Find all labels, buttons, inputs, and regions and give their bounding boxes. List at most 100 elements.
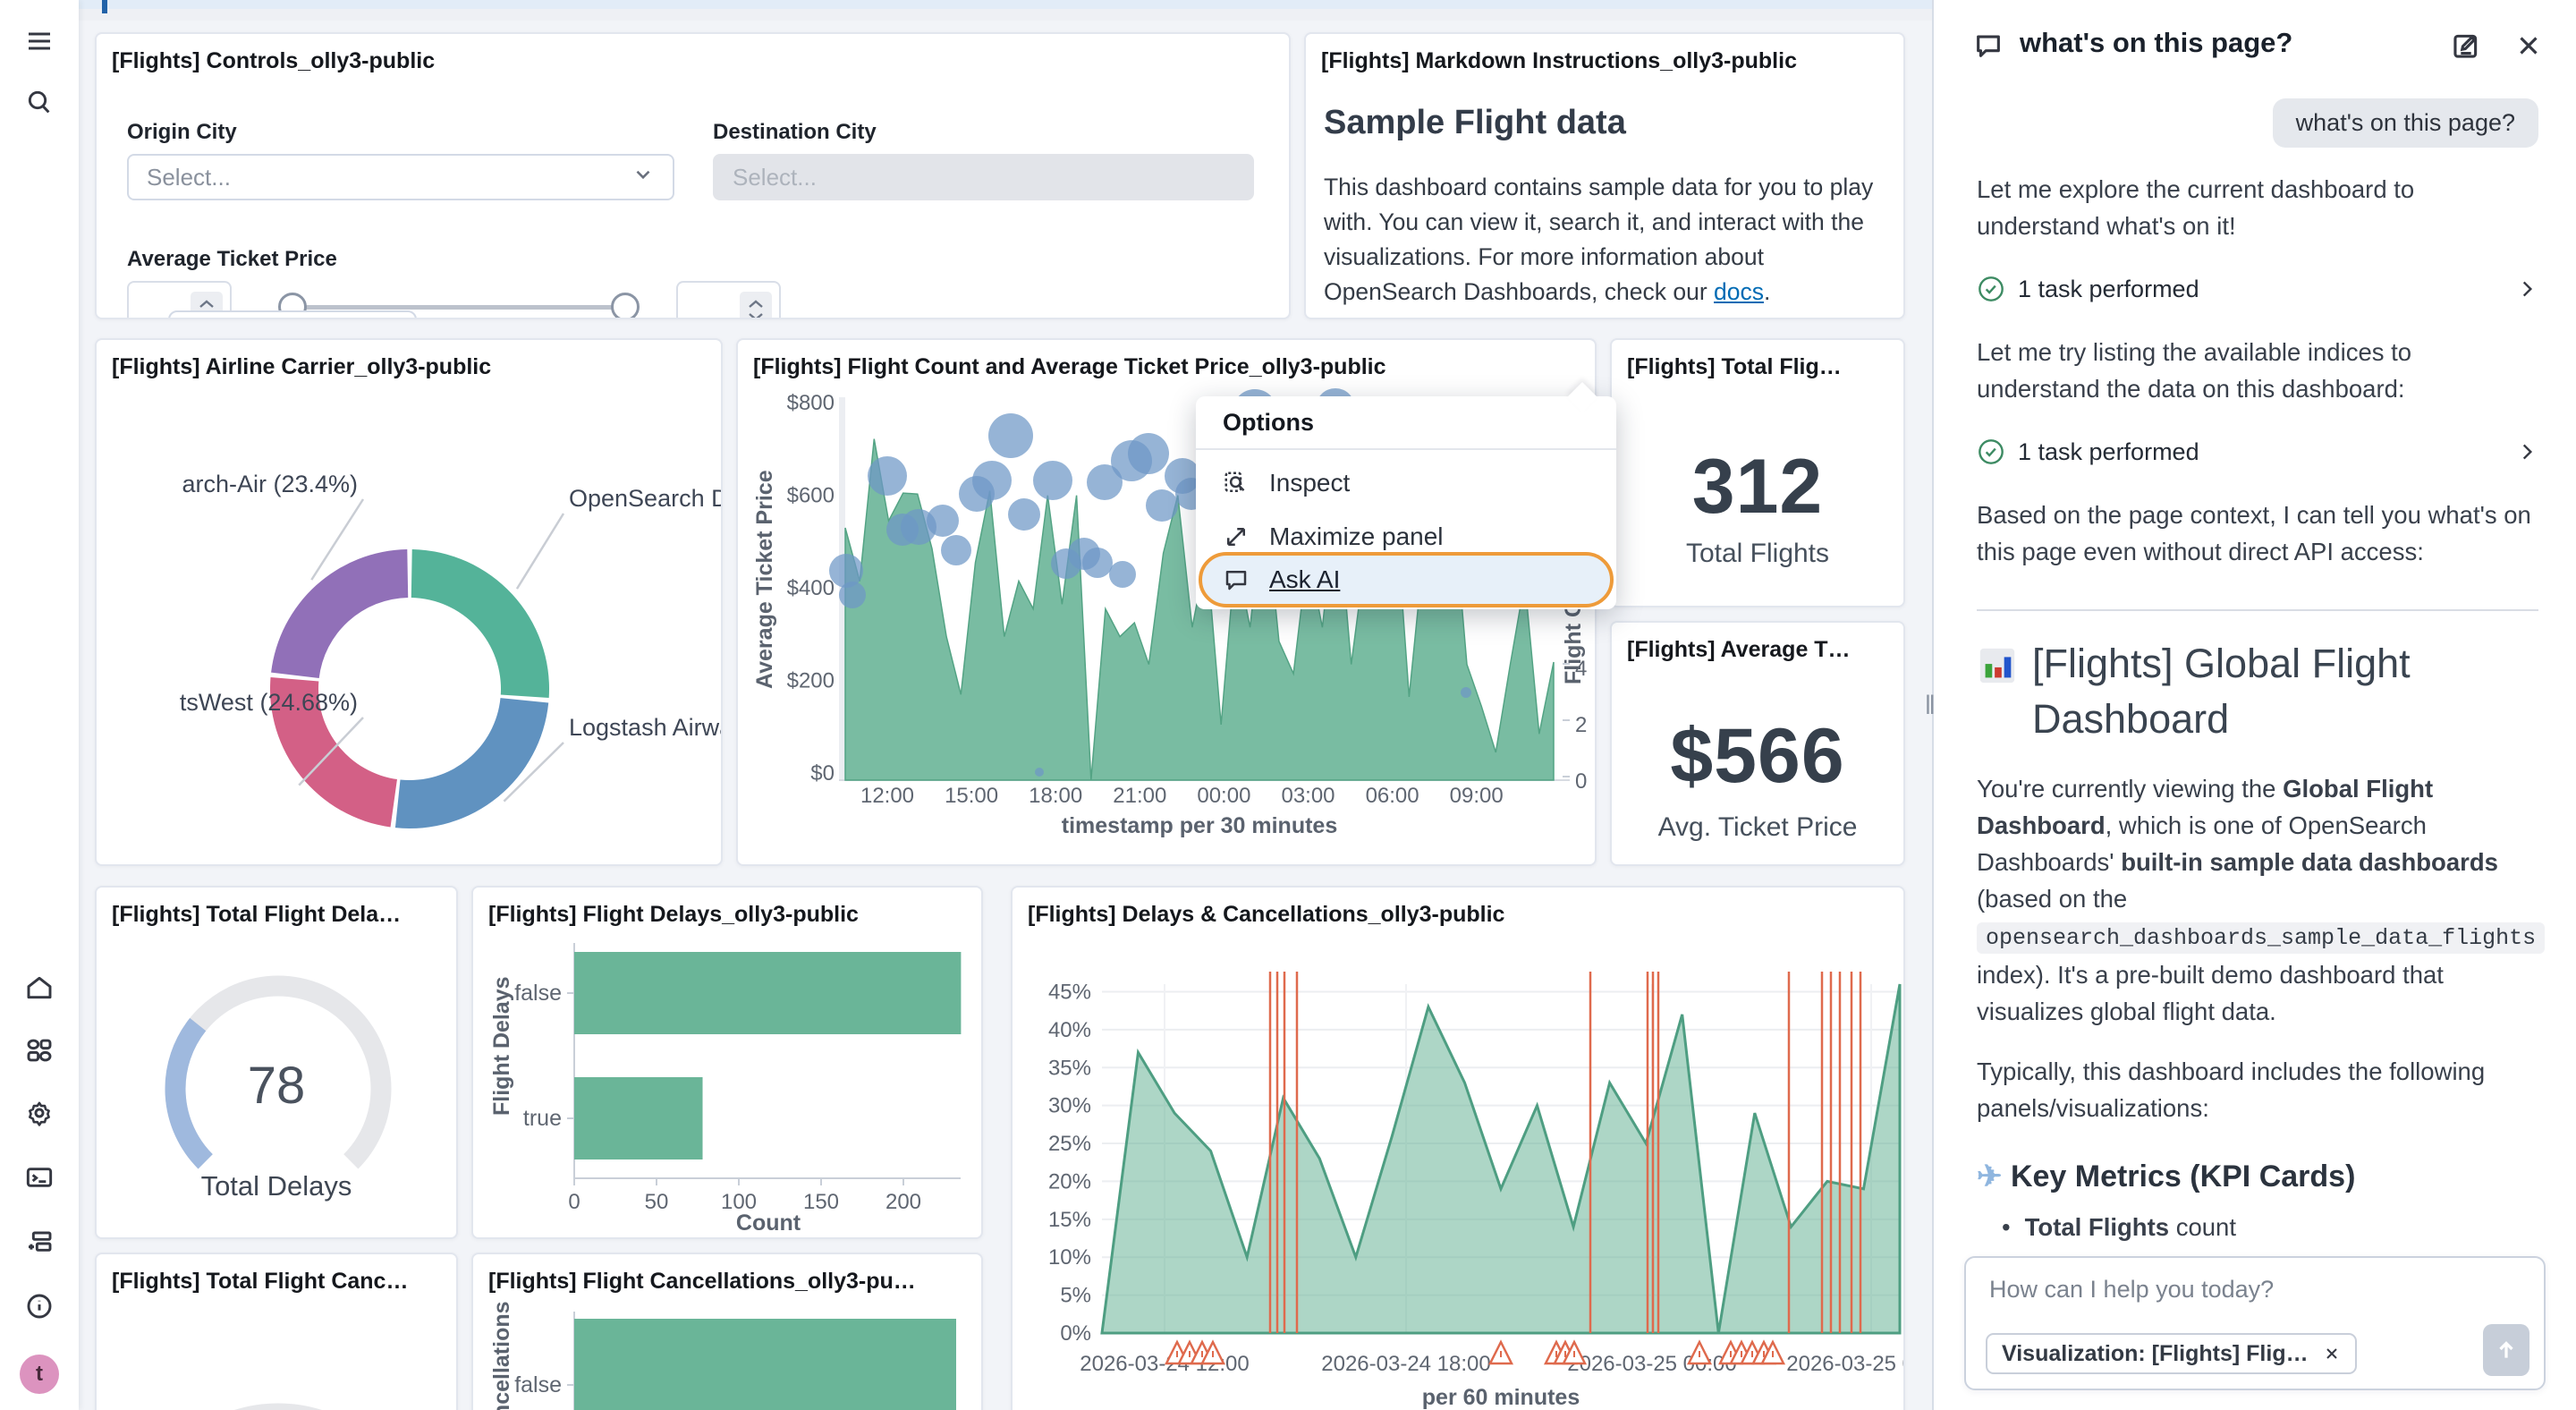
donut-label: Logstash Airway bbox=[569, 714, 723, 741]
price-max-input[interactable] bbox=[676, 281, 781, 319]
ticket-price-bubble[interactable] bbox=[1008, 498, 1040, 531]
x-tick-label: 150 bbox=[803, 1190, 839, 1214]
task-performed-row[interactable]: 1 task performed bbox=[1977, 275, 2538, 303]
ticket-price-bubble[interactable] bbox=[1109, 561, 1136, 588]
assistant-message: Based on the page context, I can tell yo… bbox=[1977, 497, 2538, 570]
task-performed-row[interactable]: 1 task performed bbox=[1977, 437, 2538, 466]
price-slider-track[interactable] bbox=[292, 305, 625, 310]
donut-slice[interactable] bbox=[395, 698, 548, 828]
panel-title: [Flights] Average T… bbox=[1627, 637, 1851, 663]
ticket-price-bubble[interactable] bbox=[927, 505, 959, 537]
close-icon[interactable] bbox=[2513, 30, 2546, 63]
ticket-price-bubble[interactable] bbox=[1035, 768, 1044, 777]
chat-header: what's on this page? bbox=[1934, 0, 2576, 86]
panel-avg-ticket: [Flights] Average T… $566 Avg. Ticket Pr… bbox=[1610, 621, 1905, 866]
panel-airline-carrier: [Flights] Airline Carrier_olly3-public O… bbox=[95, 338, 723, 866]
new-conversation-icon[interactable] bbox=[2451, 30, 2483, 63]
panel-delays-cancellations: [Flights] Delays & Cancellations_olly3-p… bbox=[1011, 886, 1905, 1410]
ticket-price-bubble[interactable] bbox=[1128, 433, 1169, 474]
home-icon[interactable] bbox=[20, 968, 59, 1007]
dashboard-canvas: [Flights] Controls_olly3-public Origin C… bbox=[79, 0, 1932, 1410]
avg-ticket-caption: Avg. Ticket Price bbox=[1612, 812, 1903, 843]
y-tick-label: $800 bbox=[787, 391, 835, 415]
bar[interactable] bbox=[574, 1077, 703, 1159]
assistant-message: You're currently viewing the Global Flig… bbox=[1977, 770, 2538, 1030]
bar[interactable] bbox=[574, 1319, 956, 1410]
context-chip[interactable]: Visualization: [Flights] Flig… bbox=[1986, 1333, 2357, 1374]
inspect-icon bbox=[1223, 470, 1250, 497]
ticket-price-bubble[interactable] bbox=[839, 582, 866, 608]
y-tick-label: 15% bbox=[1048, 1208, 1091, 1232]
gear-icon[interactable] bbox=[20, 1093, 59, 1133]
avatar[interactable]: t bbox=[20, 1355, 59, 1394]
context-chip-label: Visualization: [Flights] Flig… bbox=[2002, 1341, 2309, 1367]
ticket-price-bubble[interactable] bbox=[941, 535, 971, 565]
donut-chart[interactable]: OpenSearch DasLogstash AirwaytsWest (24.… bbox=[97, 340, 723, 866]
donut-label: OpenSearch Das bbox=[569, 485, 723, 512]
ticket-price-label: Average Ticket Price bbox=[127, 247, 337, 272]
panel-flight-cancellations: [Flights] Flight Cancellations_olly3-pu…… bbox=[471, 1253, 983, 1410]
delay-percent-area[interactable] bbox=[1102, 984, 1900, 1333]
stepper-icon[interactable] bbox=[740, 292, 772, 319]
ticket-price-bubble[interactable] bbox=[1082, 548, 1113, 578]
x-tick-label: 00:00 bbox=[1197, 784, 1250, 808]
y-tick-label: 45% bbox=[1048, 980, 1091, 1004]
sidebar-resize-handle[interactable]: ‖ bbox=[1925, 691, 1937, 721]
x-tick-label: 18:00 bbox=[1029, 784, 1082, 808]
flight-cancellations-chart[interactable]: falseFlight Cancellations bbox=[473, 1254, 983, 1410]
docs-link[interactable]: docs bbox=[1714, 278, 1764, 305]
check-circle-icon bbox=[1977, 437, 2005, 466]
bar[interactable] bbox=[574, 952, 961, 1034]
y-tick-label: 35% bbox=[1048, 1056, 1091, 1080]
user-message: what's on this page? bbox=[2273, 98, 2538, 148]
destination-city-select[interactable]: Select... bbox=[713, 154, 1254, 200]
menu-item-label: Inspect bbox=[1269, 469, 1350, 497]
donut-label: arch-Air (23.4%) bbox=[182, 471, 358, 497]
menu-item-inspect[interactable]: Inspect bbox=[1196, 457, 1616, 509]
origin-city-select[interactable]: Select... bbox=[127, 154, 674, 200]
panel-markdown: [Flights] Markdown Instructions_olly3-pu… bbox=[1304, 32, 1905, 319]
menu-item-ask-ai[interactable]: Ask AI bbox=[1196, 554, 1616, 606]
x-tick-label: 2026-03-25 06:00 bbox=[1786, 1352, 1905, 1376]
divider bbox=[1977, 609, 2538, 611]
price-slider-handle-max[interactable] bbox=[611, 293, 640, 319]
close-icon[interactable] bbox=[2323, 1345, 2341, 1363]
arrow-up-icon bbox=[2495, 1338, 2518, 1362]
add-panel-icon[interactable] bbox=[20, 1222, 59, 1261]
y-tick-label: 40% bbox=[1048, 1018, 1091, 1042]
ticket-price-bubble[interactable] bbox=[1461, 687, 1471, 698]
y-tick-label: 4 bbox=[1575, 657, 1587, 681]
x-tick-label: 06:00 bbox=[1366, 784, 1419, 808]
chat-input-placeholder: How can I help you today? bbox=[1989, 1276, 2274, 1304]
ticket-price-bubble[interactable] bbox=[1033, 461, 1072, 500]
ticket-price-bubble[interactable] bbox=[868, 456, 907, 496]
cancellations-gauge[interactable] bbox=[97, 1254, 458, 1410]
chat-input[interactable]: How can I help you today? Visualization:… bbox=[1964, 1256, 2546, 1390]
ticket-price-bubble[interactable] bbox=[972, 461, 1012, 500]
destination-city-label: Destination City bbox=[713, 120, 877, 145]
x-tick-label: 09:00 bbox=[1450, 784, 1504, 808]
chat-title: what's on this page? bbox=[2020, 27, 2292, 59]
send-button[interactable] bbox=[2483, 1324, 2529, 1376]
ticket-price-bubble[interactable] bbox=[1146, 489, 1178, 522]
delays-gauge-value: 78 bbox=[97, 1056, 456, 1116]
console-icon[interactable] bbox=[20, 1158, 59, 1197]
panel-total-cancellations: [Flights] Total Flight Canc… bbox=[95, 1253, 458, 1410]
panel-controls: [Flights] Controls_olly3-public Origin C… bbox=[95, 32, 1291, 319]
x-axis-label: timestamp per 30 minutes bbox=[1062, 813, 1337, 838]
menu-icon[interactable] bbox=[20, 21, 59, 61]
delays-cancellations-chart[interactable]: 45%40%35%30%25%20%15%10%5%0%2026-03-24 1… bbox=[1013, 888, 1905, 1410]
ticket-price-bubble[interactable] bbox=[829, 554, 863, 588]
delays-gauge-caption: Total Delays bbox=[97, 1170, 456, 1202]
top-strip-2 bbox=[79, 9, 1932, 21]
y-tick-label: 0% bbox=[1060, 1321, 1091, 1346]
search-icon[interactable] bbox=[20, 82, 59, 122]
y-tick-label: $200 bbox=[787, 669, 835, 693]
ticket-price-bubble[interactable] bbox=[988, 413, 1033, 458]
flight-delays-chart[interactable]: 050100150200falsetrueFlight DelaysCount bbox=[473, 888, 983, 1239]
x-tick-label: 12:00 bbox=[860, 784, 914, 808]
donut-slice[interactable] bbox=[271, 549, 408, 678]
y-tick-label: 20% bbox=[1048, 1169, 1091, 1193]
info-icon[interactable] bbox=[20, 1287, 59, 1326]
apps-icon[interactable] bbox=[20, 1031, 59, 1070]
